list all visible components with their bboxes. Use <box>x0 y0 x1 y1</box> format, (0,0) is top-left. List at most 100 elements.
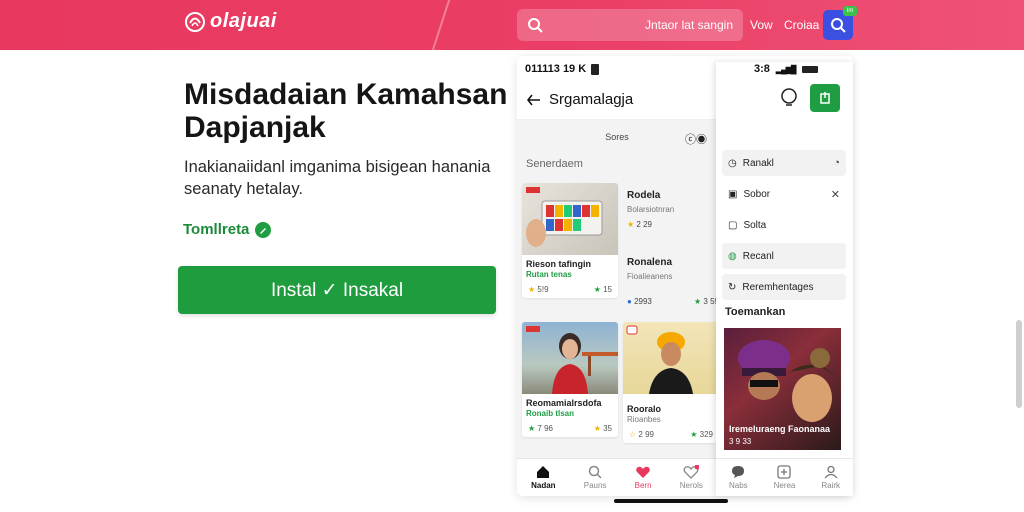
rating-value: 2993 <box>634 297 652 306</box>
status-bar: 011113 19 K <box>525 63 600 75</box>
nav-item-add[interactable]: Nerea <box>774 465 795 490</box>
star-icon: ☆ <box>629 430 637 439</box>
banner-title: Iremeluraeng Faonanaa <box>729 424 831 434</box>
drawer-actions <box>780 84 840 112</box>
doc-icon: ▣ <box>728 188 738 200</box>
side-drawer: 3:8 ▂▄▆█ ◷ Ranakl ◔ ▣ Sobor ✕ ▢ Solta ◍ … <box>716 62 853 496</box>
tabs-row[interactable]: Sores ⓒ◉ <box>517 126 717 148</box>
star-icon: ★ <box>593 285 601 294</box>
search-button[interactable]: Im <box>823 6 857 40</box>
rating-value: 7 96 <box>537 424 553 433</box>
nav-label: Nadan <box>531 481 556 490</box>
info-icon: ● <box>627 297 632 306</box>
list-item[interactable]: Rieson tafingin Rutan tenas ★ 5!9 ★ 15 <box>522 183 618 298</box>
card-meta: ☆ 2 99 ★ 329 <box>623 424 719 443</box>
card-title: Rooralo <box>627 404 662 414</box>
count-value: 329 <box>699 430 713 439</box>
product-thumbnail <box>623 322 719 394</box>
history-icon: ↻ <box>728 281 737 293</box>
status-time: 3:8 <box>754 63 770 75</box>
card-meta: ★ 7 96 ★ 35 <box>522 418 618 437</box>
battery-icon <box>591 63 600 75</box>
list-item[interactable]: Rodela Bolarsiotnran ★ 2 29 <box>627 190 719 229</box>
view-toggle-icon[interactable]: ⓒ◉ <box>685 131 707 147</box>
drawer-menu: ◷ Ranakl ◔ ▣ Sobor ✕ ▢ Solta ◍ Recanl ↻ … <box>722 150 846 305</box>
list-item[interactable]: Rooralo Rioanbes ☆ 2 99 ★ 329 <box>623 322 719 443</box>
search-placeholder: Jntaor lat sangin <box>644 18 733 32</box>
product-thumbnail <box>522 183 618 255</box>
nav-item-home[interactable]: Nadan <box>531 465 556 490</box>
featured-banner[interactable]: Iremeluraeng Faonanaa 3 9 33 <box>724 328 841 450</box>
drawer-item-sobor[interactable]: ▣ Sobor ✕ <box>722 181 846 207</box>
install-button[interactable]: Instal ✓ Insakal <box>178 266 496 314</box>
card-meta: ★ 5!9 ★ 15 <box>522 279 618 298</box>
drawer-item-label: Reremhentages <box>742 281 814 293</box>
home-indicator <box>614 499 728 503</box>
nav-label: Bern <box>634 481 652 490</box>
search-icon <box>588 465 602 479</box>
page-subtitle: Inakianaiidanl imganima bisigean hanania… <box>184 158 491 198</box>
nav-item-search[interactable]: Pauns <box>583 465 607 490</box>
download-button[interactable] <box>810 84 840 112</box>
close-icon[interactable]: ✕ <box>831 188 840 201</box>
rating-value: 2 29 <box>636 220 652 229</box>
profile-icon <box>824 465 838 479</box>
nav-label: Pauns <box>583 481 607 490</box>
rating-value: 5!9 <box>537 285 549 294</box>
bulb-icon[interactable] <box>780 88 798 108</box>
clock-icon: ◷ <box>728 157 737 169</box>
card-meta: ● 2993 ★ 3 59 <box>627 297 719 306</box>
nav-link-other[interactable]: Croiaa <box>784 18 819 32</box>
page-scrollbar[interactable] <box>1016 320 1022 408</box>
chat-icon <box>732 466 745 478</box>
search-icon <box>528 18 543 33</box>
add-icon <box>777 465 792 479</box>
battery-icon <box>801 65 818 73</box>
search-bar[interactable]: Jntaor lat sangin <box>517 9 743 41</box>
edit-icon <box>255 221 272 238</box>
nav-item-favorites[interactable]: Bern <box>635 465 652 490</box>
save-icon: ▢ <box>728 219 738 231</box>
logo-text: olajuai <box>210 10 277 32</box>
signal-icon: ▂▄▆█ <box>775 64 797 74</box>
banner-subtitle: 3 9 33 <box>729 437 752 446</box>
card-title: Reomamialrsdofa <box>526 398 602 408</box>
drawer-item-solta[interactable]: ▢ Solta <box>722 212 846 238</box>
home-icon <box>537 466 550 478</box>
nav-label: Rairk <box>821 481 840 490</box>
star-icon: ★ <box>528 285 536 294</box>
card-subtitle: Rutan tenas <box>526 270 572 279</box>
logo[interactable]: olajuai <box>184 10 277 33</box>
nav-item-messages[interactable]: Nerols <box>680 465 703 490</box>
card-subtitle: Ronaib tlsan <box>526 409 575 418</box>
drawer-item-recanl[interactable]: ◍ Recanl <box>722 243 846 269</box>
nav-label: Nabs <box>728 481 748 490</box>
nav-item-chat[interactable]: Nabs <box>729 465 748 490</box>
count-value: 15 <box>603 285 612 294</box>
nav-item-profile[interactable]: Rairk <box>821 465 840 490</box>
drawer-item-history[interactable]: ↻ Reremhentages <box>722 274 846 300</box>
nav-label: Nerols <box>679 481 703 490</box>
details-link[interactable]: Tomllreta <box>183 221 272 238</box>
feed-panel: Sores ⓒ◉ Senerdaem Rieson tafingin Rutan… <box>517 120 719 458</box>
card-title: Rodela <box>627 190 661 201</box>
back-icon[interactable] <box>527 94 541 106</box>
drawer-section-title: Toemankan <box>725 306 786 318</box>
timer-icon: ◔ <box>833 157 840 169</box>
tabs-label: Sores <box>605 132 629 142</box>
star-icon: ★ <box>528 424 536 433</box>
drawer-item-label: Recanl <box>742 250 774 262</box>
list-item[interactable]: Ronalena Fioalieanens ● 2993 ★ 3 59 <box>627 257 719 306</box>
app-header: Srgamalagja <box>517 80 717 120</box>
nav-link-view[interactable]: Vow <box>750 18 773 32</box>
logo-icon <box>185 11 205 32</box>
card-meta: ★ 2 29 <box>627 220 719 229</box>
recent-icon: ◍ <box>728 250 737 262</box>
search-badge: Im <box>843 6 857 16</box>
card-subtitle: Rioanbes <box>627 415 661 424</box>
drawer-item-label: Ranakl <box>742 157 774 169</box>
list-item[interactable]: Reomamialrsdofa Ronaib tlsan ★ 7 96 ★ 35 <box>522 322 618 437</box>
drawer-item-ranakl[interactable]: ◷ Ranakl ◔ <box>722 150 846 176</box>
drawer-item-label: Solta <box>743 219 767 231</box>
card-title: Ronalena <box>627 257 673 268</box>
